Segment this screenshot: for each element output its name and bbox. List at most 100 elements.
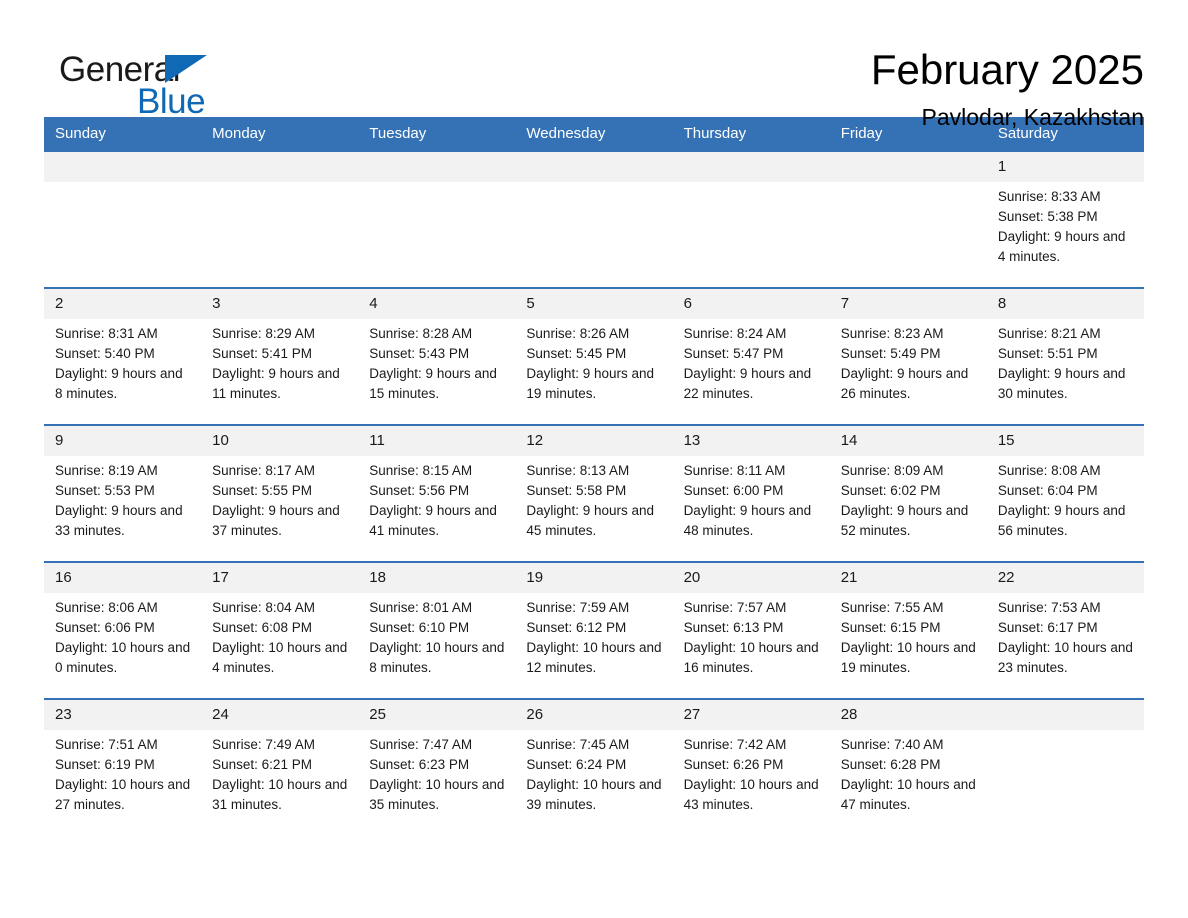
sunset-text: Sunset: 5:38 PM [997, 209, 1098, 224]
calendar-day-cell[interactable]: 27 Sunrise: 7:42 AM Sunset: 6:26 PM Dayligh… [672, 700, 830, 829]
calendar-day-cell[interactable]: 12 Sunrise: 8:13 AM Sunset: 5:58 PM Dayligh… [515, 426, 673, 555]
calendar-day-cell[interactable]: 7 Sunrise: 8:23 AM Sunset: 5:49 PM Daylight… [829, 289, 987, 418]
calendar-day-cell[interactable]: 10 Sunrise: 8:17 AM Sunset: 5:55 PM Dayligh… [201, 426, 359, 555]
daylight-text: Daylight: 9 hours and 56 minutes. [997, 503, 1126, 538]
calendar-day-cell[interactable]: 19 Sunrise: 7:59 AM Sunset: 6:12 PM Dayligh… [515, 563, 673, 692]
calendar-day-cell[interactable]: 26 Sunrise: 7:45 AM Sunset: 6:24 PM Dayligh… [515, 700, 673, 829]
day-number: 1 [986, 152, 1144, 182]
sunrise-text: Sunrise: 8:33 AM [997, 189, 1101, 204]
sunset-text: Sunset: 6:26 PM [683, 757, 784, 772]
calendar-weeks: 1 Sunrise: 8:33 AM Sunset: 5:38 PM Daylight… [44, 152, 1144, 829]
calendar-day-cell[interactable]: 17 Sunrise: 8:04 AM Sunset: 6:08 PM Dayligh… [201, 563, 359, 692]
calendar-day-cell-empty [986, 700, 1144, 829]
calendar-day-cell[interactable]: 24 Sunrise: 7:49 AM Sunset: 6:21 PM Dayligh… [201, 700, 359, 829]
sunrise-text: Sunrise: 8:31 AM [55, 326, 158, 341]
day-details: Sunrise: 7:47 AM Sunset: 6:23 PM Daylight:… [358, 730, 515, 815]
calendar-day-cell[interactable]: 9 Sunrise: 8:19 AM Sunset: 5:53 PM Daylight… [44, 426, 202, 555]
calendar-week-row: 9 Sunrise: 8:19 AM Sunset: 5:53 PM Daylight… [44, 424, 1144, 555]
day-number: 2 [44, 289, 202, 319]
daylight-text: Daylight: 9 hours and 52 minutes. [840, 503, 969, 538]
calendar-day-cell[interactable]: 2 Sunrise: 8:31 AM Sunset: 5:40 PM Daylight… [44, 289, 202, 418]
day-details: Sunrise: 7:40 AM Sunset: 6:28 PM Daylight:… [830, 730, 987, 815]
calendar-day-cell[interactable]: 5 Sunrise: 8:26 AM Sunset: 5:45 PM Daylight… [515, 289, 673, 418]
daylight-text: Daylight: 10 hours and 27 minutes. [55, 777, 191, 812]
day-number: 9 [44, 426, 202, 456]
weekday-header-friday: Friday [840, 125, 883, 142]
sunset-text: Sunset: 5:45 PM [526, 346, 627, 361]
daylight-text: Daylight: 10 hours and 0 minutes. [55, 640, 191, 675]
day-number: 25 [358, 700, 516, 730]
calendar-day-cell[interactable]: 11 Sunrise: 8:15 AM Sunset: 5:56 PM Dayligh… [358, 426, 516, 555]
day-number: 20 [672, 563, 830, 593]
day-details: Sunrise: 8:31 AM Sunset: 5:40 PM Daylight:… [44, 319, 201, 404]
daylight-text: Daylight: 9 hours and 48 minutes. [683, 503, 812, 538]
day-details: Sunrise: 7:49 AM Sunset: 6:21 PM Daylight:… [201, 730, 358, 815]
day-number [986, 700, 1144, 730]
day-number [44, 152, 202, 182]
calendar-day-cell[interactable]: 20 Sunrise: 7:57 AM Sunset: 6:13 PM Dayligh… [672, 563, 830, 692]
calendar-week-row: 16 Sunrise: 8:06 AM Sunset: 6:06 PM Dayligh… [44, 561, 1144, 692]
sunrise-text: Sunrise: 7:45 AM [526, 737, 630, 752]
calendar-day-cell[interactable]: 16 Sunrise: 8:06 AM Sunset: 6:06 PM Dayligh… [44, 563, 202, 692]
day-number: 4 [358, 289, 516, 319]
daylight-text: Daylight: 9 hours and 33 minutes. [55, 503, 183, 538]
calendar-day-cell[interactable]: 4 Sunrise: 8:28 AM Sunset: 5:43 PM Daylight… [358, 289, 516, 418]
weekday-header-sunday: Sunday [55, 125, 106, 142]
sunset-text: Sunset: 6:23 PM [369, 757, 470, 772]
sunrise-text: Sunrise: 7:40 AM [840, 737, 944, 752]
day-number: 27 [672, 700, 830, 730]
calendar-day-cell-empty [829, 152, 987, 281]
day-number: 7 [829, 289, 987, 319]
day-details: Sunrise: 7:53 AM Sunset: 6:17 PM Daylight:… [987, 593, 1144, 678]
sunrise-text: Sunrise: 8:24 AM [683, 326, 787, 341]
weekday-header-tuesday: Tuesday [369, 125, 427, 142]
calendar-day-cell[interactable]: 15 Sunrise: 8:08 AM Sunset: 6:04 PM Dayligh… [986, 426, 1144, 555]
weekday-header-monday: Monday [212, 125, 266, 142]
page-title: February 2025 [870, 46, 1144, 93]
sunrise-text: Sunrise: 8:13 AM [526, 463, 630, 478]
day-details: Sunrise: 8:29 AM Sunset: 5:41 PM Daylight:… [201, 319, 358, 404]
day-number [829, 152, 987, 182]
daylight-text: Daylight: 9 hours and 26 minutes. [840, 366, 969, 401]
triangle-icon [165, 55, 207, 83]
calendar-day-cell[interactable]: 8 Sunrise: 8:21 AM Sunset: 5:51 PM Daylight… [986, 289, 1144, 418]
day-number: 24 [201, 700, 359, 730]
day-details: Sunrise: 7:51 AM Sunset: 6:19 PM Daylight:… [44, 730, 201, 815]
calendar-day-cell[interactable]: 23 Sunrise: 7:51 AM Sunset: 6:19 PM Dayligh… [44, 700, 202, 829]
sunrise-text: Sunrise: 8:19 AM [55, 463, 158, 478]
day-number [515, 152, 673, 182]
calendar-day-cell[interactable]: 25 Sunrise: 7:47 AM Sunset: 6:23 PM Dayligh… [358, 700, 516, 829]
day-details: Sunrise: 8:19 AM Sunset: 5:53 PM Daylight:… [44, 456, 201, 541]
day-details: Sunrise: 8:28 AM Sunset: 5:43 PM Daylight:… [358, 319, 515, 404]
day-number: 6 [672, 289, 830, 319]
calendar-day-cell[interactable]: 28 Sunrise: 7:40 AM Sunset: 6:28 PM Dayligh… [829, 700, 987, 829]
sunrise-text: Sunrise: 8:26 AM [526, 326, 630, 341]
day-details: Sunrise: 8:23 AM Sunset: 5:49 PM Daylight:… [830, 319, 987, 404]
sunrise-text: Sunrise: 7:47 AM [369, 737, 473, 752]
sunset-text: Sunset: 6:08 PM [212, 620, 312, 635]
sunset-text: Sunset: 5:40 PM [55, 346, 155, 361]
sunrise-text: Sunrise: 7:42 AM [683, 737, 787, 752]
calendar-day-cell-empty [44, 152, 202, 281]
calendar-day-cell[interactable]: 21 Sunrise: 7:55 AM Sunset: 6:15 PM Dayligh… [829, 563, 987, 692]
daylight-text: Daylight: 10 hours and 31 minutes. [212, 777, 348, 812]
calendar-grid: Sunday Monday Tuesday Wednesday Thursday… [44, 117, 1144, 829]
calendar-day-cell[interactable]: 18 Sunrise: 8:01 AM Sunset: 6:10 PM Dayligh… [358, 563, 516, 692]
generalblue-logo[interactable]: General Blue [59, 44, 249, 120]
sunset-text: Sunset: 5:43 PM [369, 346, 470, 361]
calendar-day-cell[interactable]: 6 Sunrise: 8:24 AM Sunset: 5:47 PM Daylight… [672, 289, 830, 418]
calendar-day-cell[interactable]: 13 Sunrise: 8:11 AM Sunset: 6:00 PM Dayligh… [672, 426, 830, 555]
day-details: Sunrise: 8:11 AM Sunset: 6:00 PM Daylight:… [673, 456, 830, 541]
calendar-day-cell[interactable]: 22 Sunrise: 7:53 AM Sunset: 6:17 PM Dayligh… [986, 563, 1144, 692]
sunrise-text: Sunrise: 8:08 AM [997, 463, 1101, 478]
day-details: Sunrise: 8:01 AM Sunset: 6:10 PM Daylight:… [358, 593, 515, 678]
calendar-page: General Blue February 2025 Pavlodar, Kaz… [0, 0, 1188, 918]
day-number: 10 [201, 426, 359, 456]
calendar-day-cell[interactable]: 3 Sunrise: 8:29 AM Sunset: 5:41 PM Daylight… [201, 289, 359, 418]
day-number: 28 [829, 700, 987, 730]
calendar-day-cell[interactable]: 1 Sunrise: 8:33 AM Sunset: 5:38 PM Daylight… [986, 152, 1144, 281]
calendar-day-cell[interactable]: 14 Sunrise: 8:09 AM Sunset: 6:02 PM Dayligh… [829, 426, 987, 555]
daylight-text: Daylight: 9 hours and 15 minutes. [369, 366, 497, 401]
day-details: Sunrise: 7:45 AM Sunset: 6:24 PM Daylight:… [515, 730, 672, 815]
calendar-week-row: 1 Sunrise: 8:33 AM Sunset: 5:38 PM Daylight… [44, 152, 1144, 281]
